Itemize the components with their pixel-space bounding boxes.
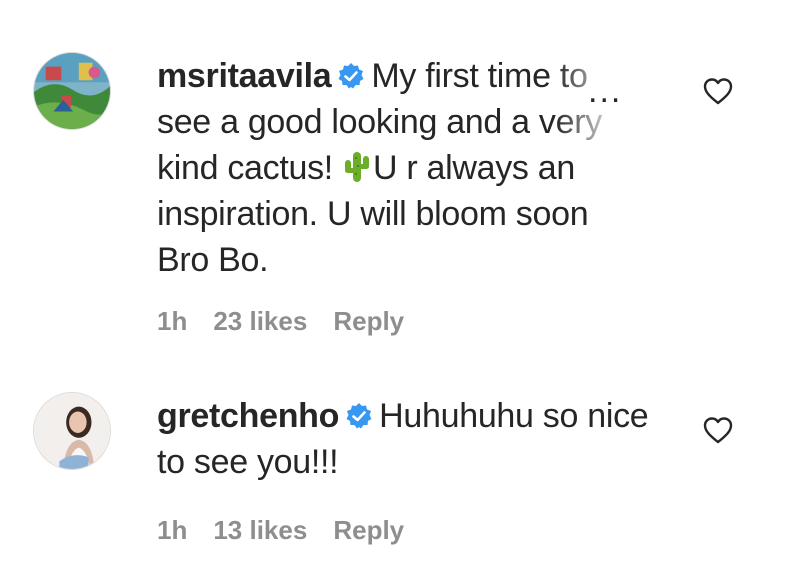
like-button[interactable] xyxy=(703,77,733,105)
verified-badge-icon xyxy=(345,402,373,430)
username[interactable]: gretchenho xyxy=(157,397,339,435)
cactus-icon xyxy=(341,150,371,184)
avatar[interactable] xyxy=(33,392,111,470)
timestamp[interactable]: 1h xyxy=(157,306,187,336)
username[interactable]: msritaavila xyxy=(157,57,332,95)
comment-text-line: kind cactus! xyxy=(157,149,333,187)
comment-text-line: inspiration. U will bloom soon xyxy=(157,195,589,233)
heart-icon xyxy=(703,417,733,444)
likes-count[interactable]: 13 likes xyxy=(213,515,307,545)
landscape-painting-avatar xyxy=(34,53,110,129)
woman-portrait-avatar xyxy=(34,393,110,469)
comment-item: msritaavila My first time to see a good l… xyxy=(0,0,800,360)
heart-icon xyxy=(703,78,733,105)
reply-button[interactable]: Reply xyxy=(333,515,404,545)
likes-count[interactable]: 23 likes xyxy=(213,306,307,336)
comment-text-line: Bro Bo. xyxy=(157,241,269,279)
comment-text: gretchenho Huhuhuhu so nice to see you!!! xyxy=(157,393,649,485)
comment-meta: 1h 13 likes Reply xyxy=(157,515,430,546)
comment-meta: 1h 23 likes Reply xyxy=(157,306,430,337)
reply-button[interactable]: Reply xyxy=(333,306,404,336)
verified-badge-icon xyxy=(337,62,365,90)
comment-text-line: Huhuhuhu so nice xyxy=(379,397,649,435)
avatar[interactable] xyxy=(33,52,111,130)
comment-text-line: to see you!!! xyxy=(157,443,339,481)
more-options-button[interactable]: ... xyxy=(588,74,622,108)
timestamp[interactable]: 1h xyxy=(157,515,187,545)
comment-text-line: U r always an xyxy=(372,149,575,187)
comment-item: gretchenho Huhuhuhu so nice to see you!!!… xyxy=(0,360,800,573)
like-button[interactable] xyxy=(703,416,733,444)
